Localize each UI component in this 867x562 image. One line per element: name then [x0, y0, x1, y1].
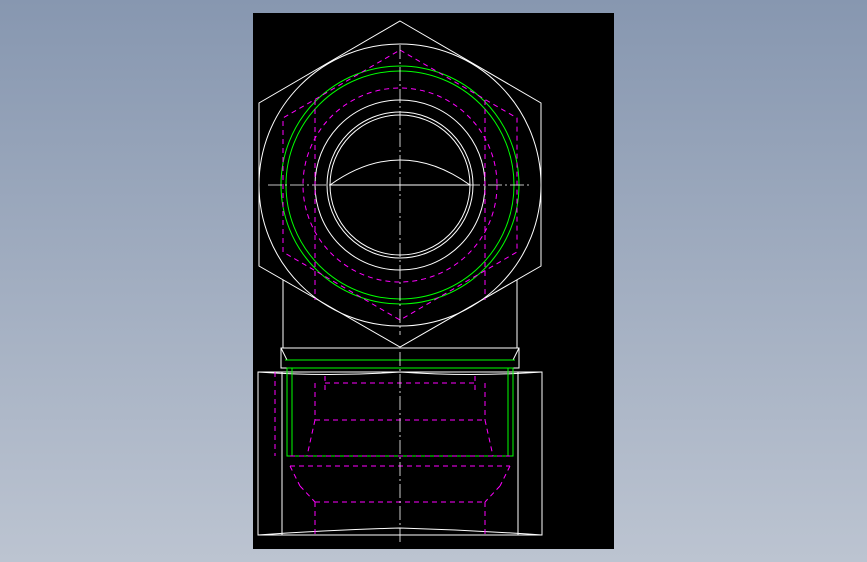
top-view [258, 20, 542, 348]
hidden-right-step [499, 465, 511, 487]
hidden-left-lower-wall [299, 485, 316, 503]
hidden-left-taper [306, 419, 316, 457]
collar-right-chamfer [512, 347, 520, 361]
hidden-right-taper [484, 419, 494, 457]
cad-drawing [257, 20, 543, 545]
hidden-right-lower-wall [484, 485, 501, 503]
hidden-left-step [289, 465, 301, 487]
collar-left-chamfer [280, 347, 288, 361]
front-view-hidden-lines [274, 372, 511, 535]
front-view [257, 347, 543, 545]
